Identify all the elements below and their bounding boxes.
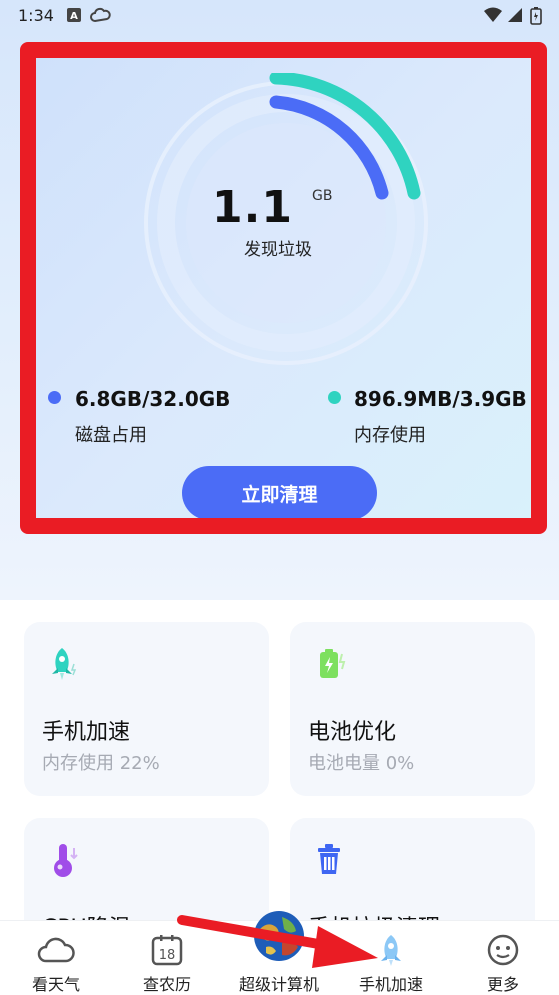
feature-subtitle: 内存使用 22% (42, 753, 160, 774)
nav-item-calendar[interactable]: 18 查农历 (117, 921, 217, 995)
signal-icon (507, 7, 523, 27)
cloud-icon (90, 7, 112, 29)
nav-item-speedup[interactable]: 手机加速 (341, 921, 441, 995)
wifi-icon (483, 7, 503, 27)
globe-icon (252, 909, 306, 967)
nav-item-more[interactable]: 更多 (453, 921, 553, 995)
nav-label: 看天气 (31, 975, 80, 994)
rocket-icon (46, 644, 86, 688)
rocket-icon (374, 933, 408, 971)
bottom-nav: 看天气 18 查农历 超级计算机 手机加速 更多 (0, 911, 559, 995)
feature-title: 手机加速 (42, 720, 131, 745)
feature-card-battery[interactable]: 电池优化 电池电量 0% (290, 622, 535, 796)
status-bar: 1:34 A (0, 0, 559, 32)
nav-label: 更多 (486, 975, 519, 994)
nav-label: 查农历 (142, 975, 191, 994)
trash-icon (312, 840, 352, 884)
svg-text:A: A (70, 11, 78, 22)
status-time: 1:34 (18, 6, 54, 25)
battery-status-icon (530, 7, 542, 29)
feature-card-speedup[interactable]: 手机加速 内存使用 22% (24, 622, 269, 796)
calendar-day: 18 (159, 948, 176, 963)
battery-icon (312, 644, 352, 688)
calendar-icon: 18 (150, 933, 184, 971)
highlight-box (20, 42, 547, 534)
nav-label: 手机加速 (358, 975, 423, 994)
feature-subtitle: 电池电量 0% (308, 753, 415, 774)
weather-icon (37, 933, 75, 969)
nav-item-supercomputer[interactable]: 超级计算机 (229, 911, 329, 995)
feature-title: 电池优化 (308, 720, 397, 745)
keyboard-a-icon: A (66, 7, 82, 27)
nav-label: 超级计算机 (238, 975, 319, 994)
thermometer-icon (46, 840, 86, 884)
nav-item-weather[interactable]: 看天气 (6, 921, 106, 995)
smiley-icon (486, 933, 520, 971)
